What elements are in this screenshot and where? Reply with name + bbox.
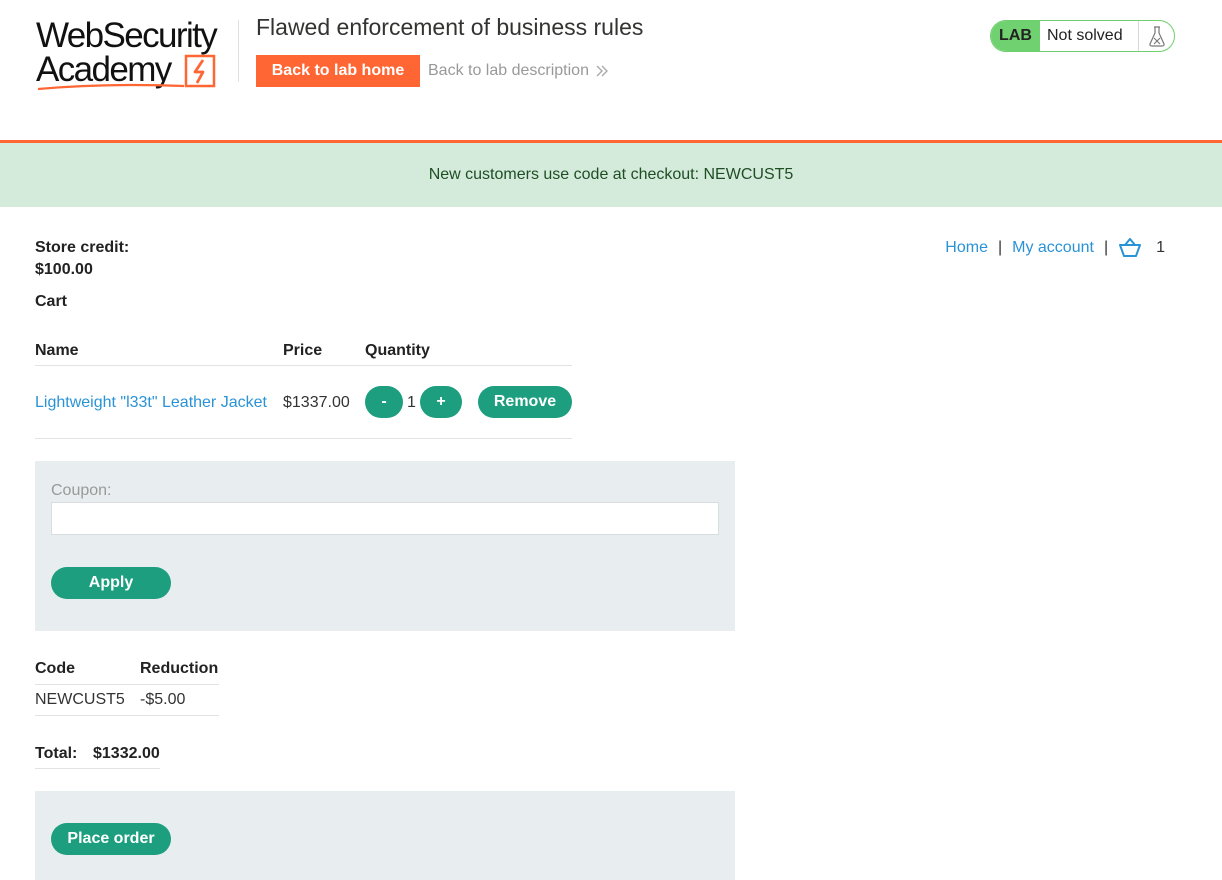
column-header-reduction: Reduction	[140, 660, 219, 677]
quantity-increment-button[interactable]: +	[420, 386, 462, 418]
table-divider	[35, 768, 160, 769]
coupon-form: Coupon: Apply	[35, 461, 735, 631]
cart-heading: Cart	[35, 293, 68, 310]
notification-text: New customers use code at checkout: NEWC…	[428, 166, 794, 183]
table-divider	[35, 438, 572, 439]
coupon-input[interactable]	[51, 502, 719, 535]
checkout-form: Place order	[35, 791, 735, 880]
table-divider	[35, 715, 219, 716]
nav-separator: |	[997, 239, 1003, 256]
store-credit-label: Store credit:	[35, 239, 130, 256]
nav-home-link[interactable]: Home	[945, 239, 988, 257]
coupon-notification-banner: New customers use code at checkout: NEWC…	[0, 143, 1222, 207]
lab-header: WebSecurity Academy Flawed enforcement o…	[0, 0, 1222, 140]
cart-basket-icon[interactable]	[1118, 238, 1142, 258]
lab-status-widget: LAB Not solved	[990, 20, 1175, 52]
flask-icon	[1148, 26, 1165, 47]
logo-text-line1: WebSecurity	[36, 16, 218, 55]
total-value: $1332.00	[93, 745, 160, 762]
quantity-decrement-button[interactable]: -	[365, 386, 403, 418]
product-price: $1337.00	[283, 394, 350, 411]
table-divider	[35, 365, 572, 366]
column-header-quantity: Quantity	[365, 342, 430, 359]
reduction-amount: -$5.00	[140, 691, 186, 708]
table-divider	[35, 684, 219, 685]
apply-coupon-button[interactable]: Apply	[51, 567, 171, 599]
place-order-button[interactable]: Place order	[51, 823, 171, 855]
coupon-label: Coupon:	[51, 482, 112, 499]
lightning-bolt-icon	[184, 54, 216, 88]
nav-my-account-link[interactable]: My account	[1012, 239, 1094, 257]
column-header-name: Name	[35, 342, 79, 359]
product-name-link[interactable]: Lightweight "l33t" Leather Jacket	[35, 394, 267, 412]
header-divider	[238, 20, 239, 82]
quantity-value: 1	[407, 394, 416, 411]
column-header-price: Price	[283, 342, 323, 359]
order-total: Total: $1332.00	[35, 743, 160, 769]
remove-item-button[interactable]: Remove	[478, 386, 572, 418]
double-chevron-right-icon	[596, 65, 608, 77]
back-to-lab-description-label: Back to lab description	[428, 62, 589, 79]
lab-status-text: Not solved	[1047, 27, 1123, 44]
total-label: Total:	[35, 745, 78, 762]
nav-separator: |	[1103, 239, 1109, 256]
web-security-academy-logo[interactable]: WebSecurity Academy	[36, 16, 240, 92]
column-header-code: Code	[35, 660, 75, 677]
cart-item-count: 1	[1156, 239, 1165, 256]
logo-swoosh	[37, 83, 185, 91]
lab-title: Flawed enforcement of business rules	[256, 14, 644, 40]
lab-tag: LAB	[991, 21, 1040, 51]
store-credit-value: $100.00	[35, 261, 93, 278]
back-to-lab-home-button[interactable]: Back to lab home	[256, 55, 420, 87]
coupon-code: NEWCUST5	[35, 691, 125, 708]
top-navigation: Home | My account | 1	[945, 238, 1165, 258]
flask-icon-container	[1138, 21, 1174, 51]
back-to-lab-description-link[interactable]: Back to lab description	[428, 62, 609, 80]
